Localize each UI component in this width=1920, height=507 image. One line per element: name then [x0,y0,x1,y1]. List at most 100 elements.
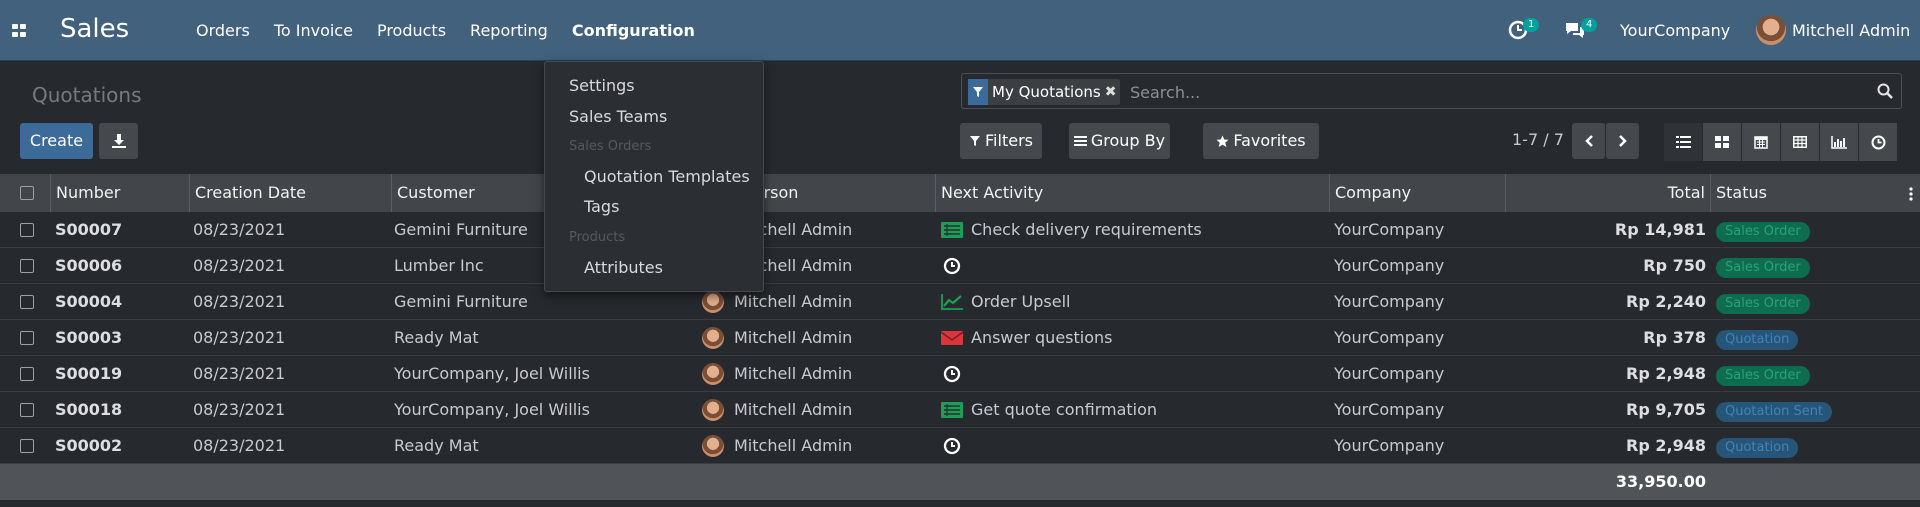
table-icon [1793,136,1807,148]
next-activity[interactable] [941,248,971,284]
salesperson-avatar [702,327,724,349]
menu-item-sales-teams[interactable]: Sales Teams [569,107,667,126]
favorites-button[interactable]: Favorites [1203,123,1319,159]
menu-item-quotation-templates[interactable]: Quotation Templates [584,167,750,186]
customer-name: YourCompany, Joel Willis [394,364,590,383]
order-number: S00019 [55,364,123,383]
user-menu[interactable]: Mitchell Admin [1756,15,1910,45]
menu-item-settings[interactable]: Settings [569,76,635,95]
menu-to-invoice[interactable]: To Invoice [262,0,365,61]
main-menu: Orders To Invoice Products Reporting Con… [184,0,707,61]
next-activity[interactable] [941,428,971,464]
salesperson: Mitchell Admin [702,320,852,356]
configuration-dropdown: Settings Sales Teams Sales Orders Quotat… [544,61,764,292]
kanban-icon [1715,136,1729,148]
list-view-button[interactable] [1664,123,1702,161]
line-chart-icon[interactable] [941,294,963,310]
filters-button[interactable]: Filters [960,123,1042,159]
menu-item-tags[interactable]: Tags [584,197,619,216]
column-status[interactable]: Status [1711,174,1906,212]
table-row[interactable]: S00004 08/23/2021 Gemini Furniture Mitchell… [0,284,1920,320]
table-row[interactable]: S00019 08/23/2021 YourCompany, Joel Willis… [0,356,1920,392]
next-activity[interactable]: Check delivery requirements [941,212,1202,248]
order-total: Rp 2,948 [1626,436,1706,455]
company-switcher[interactable]: YourCompany [1620,0,1730,61]
grand-total: 33,950.00 [1615,472,1706,491]
customer-name: Ready Mat [394,328,479,347]
clock-icon[interactable] [941,365,963,383]
clock-icon[interactable] [941,257,963,275]
group-by-button[interactable]: Group By [1069,123,1170,159]
apps-menu-icon[interactable] [12,24,27,37]
menu-header-products: Products [569,230,626,245]
column-company[interactable]: Company [1330,174,1506,212]
menu-item-attributes[interactable]: Attributes [584,258,663,277]
salesperson-name: Mitchell Admin [734,328,853,347]
table-row[interactable]: S00002 08/23/2021 Ready Mat Mitchell Admin Y… [0,428,1920,464]
table-row[interactable]: S00007 08/23/2021 Gemini Furniture Mitchell… [0,212,1920,248]
graph-view-button[interactable] [1820,123,1858,161]
table-row[interactable]: S00006 08/23/2021 Lumber Inc Mitchell Admin… [0,248,1920,284]
facet-remove-icon[interactable]: ✖ [1105,84,1121,100]
row-checkbox[interactable] [20,403,34,417]
app-name[interactable]: Sales [60,14,129,44]
salesperson-name: Mitchell Admin [734,364,853,383]
column-creation-date[interactable]: Creation Date [190,174,392,212]
menu-products[interactable]: Products [365,0,458,61]
company: YourCompany [1334,256,1445,275]
breadcrumb: Quotations [32,83,142,107]
menu-configuration[interactable]: Configuration [560,0,707,61]
salesperson: Mitchell Admin [702,392,852,428]
bar-chart-icon [1831,135,1847,149]
next-activity[interactable]: Answer questions [941,320,1112,356]
order-total: Rp 378 [1643,328,1706,347]
clock-icon[interactable] [941,437,963,455]
column-number[interactable]: Number [51,174,190,212]
user-avatar [1756,15,1786,45]
customer-name: Ready Mat [394,436,479,455]
envelope-icon[interactable] [941,330,963,346]
calendar-view-button[interactable] [1742,123,1780,161]
create-button[interactable]: Create [20,123,93,159]
row-checkbox[interactable] [20,331,34,345]
row-checkbox[interactable] [20,367,34,381]
todo-list-icon[interactable] [941,402,963,418]
next-activity[interactable]: Get quote confirmation [941,392,1157,428]
row-checkbox[interactable] [20,295,34,309]
column-next-activity[interactable]: Next Activity [936,174,1330,212]
row-checkbox[interactable] [20,259,34,273]
search-icon[interactable] [1877,83,1893,99]
clock-icon [1871,135,1885,149]
order-total: Rp 9,705 [1626,400,1706,419]
menu-reporting[interactable]: Reporting [458,0,560,61]
kanban-view-button[interactable] [1703,123,1741,161]
todo-list-icon[interactable] [941,222,963,238]
creation-date: 08/23/2021 [193,256,286,275]
menu-orders[interactable]: Orders [184,0,262,61]
optional-columns-icon[interactable] [1909,186,1913,201]
activity-view-button[interactable] [1859,123,1897,161]
table-footer: 33,950.00 [0,464,1920,500]
next-activity[interactable]: Order Upsell [941,284,1071,320]
messages-count-badge: 4 [1581,18,1598,32]
pager-value[interactable]: 1-7 / 7 [1512,130,1564,149]
facet-label: My Quotations [992,83,1101,101]
table-row[interactable]: S00018 08/23/2021 YourCompany, Joel Willis… [0,392,1920,428]
row-checkbox[interactable] [20,223,34,237]
user-name: Mitchell Admin [1792,20,1911,40]
pager-next-button[interactable] [1606,123,1639,159]
next-activity[interactable] [941,356,971,392]
table-row[interactable]: S00003 08/23/2021 Ready Mat Mitchell Admin A… [0,320,1920,356]
order-number: S00004 [55,292,123,311]
pager-previous-button[interactable] [1572,123,1605,159]
column-total[interactable]: Total [1506,174,1711,212]
customer-name: YourCompany, Joel Willis [394,400,590,419]
table-header: Number Creation Date Customer Salesperso… [0,174,1920,212]
status: Quotation [1716,428,1799,464]
creation-date: 08/23/2021 [193,328,286,347]
pivot-view-button[interactable] [1781,123,1819,161]
download-button[interactable] [99,123,138,159]
status: Sales Order [1716,212,1810,248]
row-checkbox[interactable] [20,439,34,453]
search-input[interactable] [1130,78,1850,106]
